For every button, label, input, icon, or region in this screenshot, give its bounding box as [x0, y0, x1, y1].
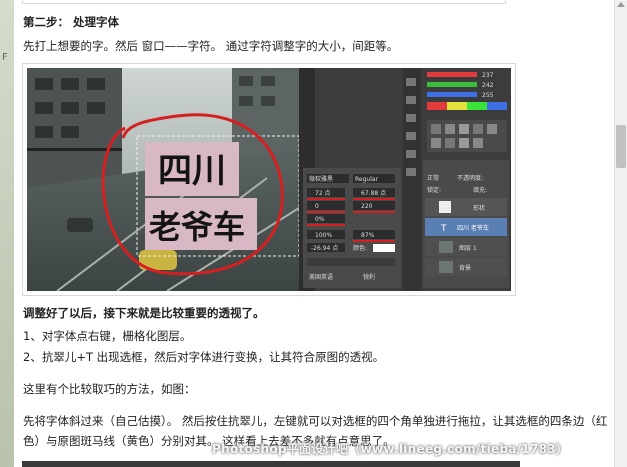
- layer-name: 四川 老爷车: [457, 224, 489, 232]
- step-heading: 第二步： 处理字体: [23, 15, 120, 29]
- tool-icon[interactable]: [406, 114, 416, 122]
- layer-row[interactable]: [425, 198, 507, 216]
- watermark: Photoshop平面设计吧（www.lineeg.com/tieba/1783…: [212, 442, 569, 456]
- language-field[interactable]: 美国英语: [309, 273, 333, 281]
- edge-glyph: F: [2, 52, 8, 63]
- layer-name: 背景: [459, 264, 471, 272]
- text-layer-icon: T: [440, 224, 447, 234]
- step-intro: 先打上想要的字。然后 窗口——字符。 通过字符调整字的大小，间距等。: [23, 39, 399, 53]
- body-line-4: 这里有个比较取巧的方法，如图：: [23, 382, 196, 396]
- next-screenshot-edge: [22, 461, 520, 467]
- color-label: 颜色:: [353, 244, 367, 252]
- tool-icon[interactable]: [406, 78, 416, 86]
- font-size-field[interactable]: 72 点: [315, 189, 331, 197]
- body-line-3: 2、抗翠儿+T 出现选框，然后对字体进行变换，让其符合原图的透视。: [23, 350, 385, 364]
- previous-block-border: [22, 0, 506, 4]
- blend-mode-field[interactable]: 正常: [427, 174, 439, 182]
- lock-label: 锁定:: [427, 186, 441, 194]
- color-value-b: 255: [482, 92, 494, 99]
- kerning-field[interactable]: 0: [315, 203, 319, 210]
- baseline-field[interactable]: 87%: [361, 232, 375, 239]
- vertical-scale-field[interactable]: 0%: [315, 216, 325, 223]
- tool-icon[interactable]: [406, 96, 416, 104]
- body-line-2: 1、对字体点右键，栅格化图层。: [23, 329, 192, 343]
- body-line-1: 调整好了以后，接下来就是比较重要的透视了。: [23, 306, 265, 320]
- horizontal-scale-field[interactable]: 100%: [315, 232, 332, 239]
- layer-name: 形状: [473, 204, 485, 212]
- fill-label: 填充:: [473, 186, 487, 194]
- tool-icon[interactable]: [406, 168, 416, 176]
- layer-name: 图层 1: [459, 245, 477, 252]
- scroll-up-arrow-icon[interactable]: [617, 2, 625, 7]
- text-color-swatch[interactable]: [373, 244, 395, 252]
- antialias-field[interactable]: 锐利: [363, 273, 375, 281]
- vertical-scrollbar[interactable]: [614, 0, 627, 467]
- color-value-g: 242: [482, 82, 494, 89]
- body-line-5: 先将字体斜过来（自己估摸）。 然后按住抗翠儿，左键就可以对选框的四个角单独进行拖…: [23, 414, 608, 428]
- screenshot-canvas: 四川 老爷车 237 242 255 微软雅黑 Regular 72 点 67.…: [27, 68, 511, 291]
- sign-text-line1: 四川: [158, 151, 226, 191]
- opacity-label: 不透明度:: [457, 174, 483, 182]
- color-value-r: 237: [482, 72, 494, 79]
- left-background-strip: F: [0, 0, 14, 467]
- font-style-field[interactable]: Regular: [355, 176, 379, 183]
- leading-field[interactable]: 67.88 点: [361, 189, 386, 197]
- scrollbar-thumb[interactable]: [616, 125, 626, 168]
- sign-text-line2: 老爷车: [149, 208, 245, 246]
- tool-icon[interactable]: [406, 150, 416, 158]
- font-name-field[interactable]: 微软雅黑: [309, 175, 333, 183]
- photoshop-screenshot: 四川 老爷车 237 242 255 微软雅黑 Regular 72 点 67.…: [22, 63, 516, 296]
- tracking-field[interactable]: 220: [361, 203, 373, 210]
- tool-icon[interactable]: [406, 132, 416, 140]
- shift-field[interactable]: -26.94 点: [311, 244, 338, 252]
